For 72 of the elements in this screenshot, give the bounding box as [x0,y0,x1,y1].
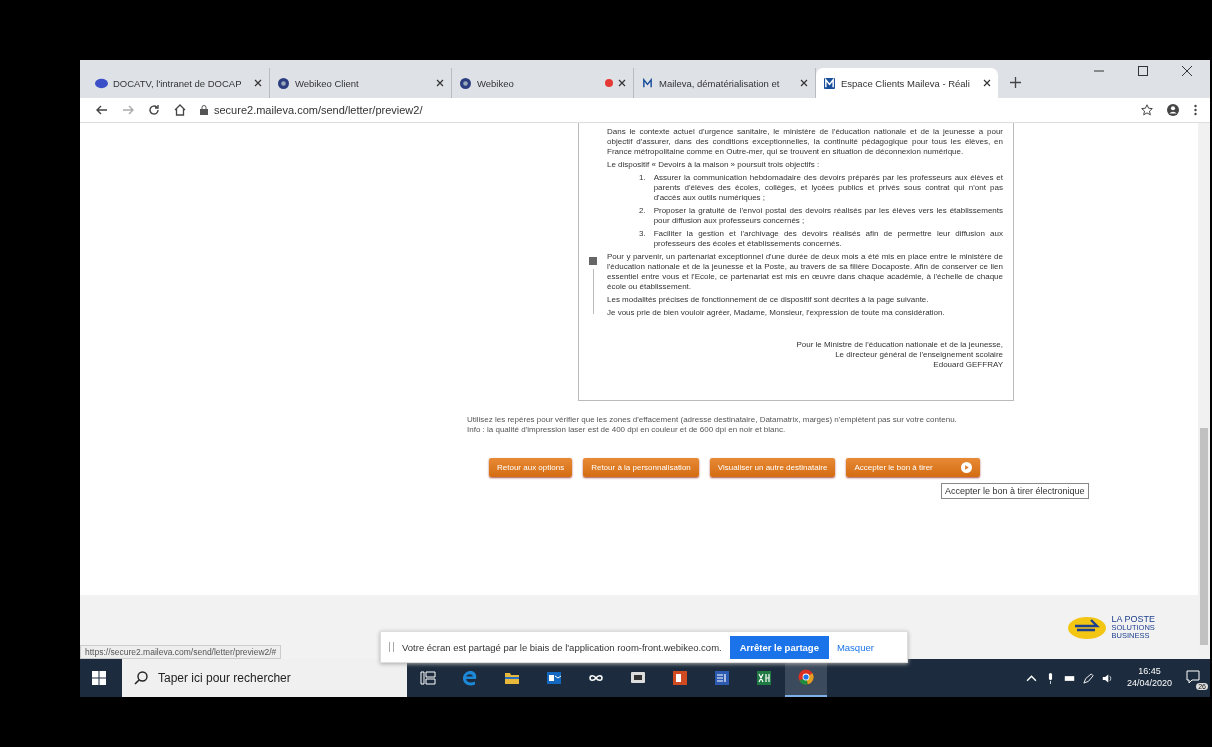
signature-line: Pour le Ministre de l'éducation nationale et de la jeunesse, [796,340,1003,350]
letter-paragraph: Pour y parvenir, un partenariat exceptionnel d'une durée de deux mois a été mis en place entre le ministère de l'éducation nationale et de la jeunesse et la Poste, au travers de sa filière Docaposte. Afin de conserver ce lien essentiel entre vous et l'Ecole, ce partenariat est mis en œuvre dans chaque académie, à l'échelle de chaque école ou établissement. [607,252,1003,292]
lock-icon [200,105,208,115]
clock[interactable]: 16:45 24/04/2020 [1126,666,1172,690]
round-logo-icon [277,77,290,89]
help-text: Info : la qualité d'impression laser est de 400 dpi en couleur et de 600 dpi en noir et blanc. [467,425,787,436]
letter-paragraph: Les modalités précises de fonctionnement de ce dispositif sont décrites à la page suivante. [607,295,930,305]
browser-tab[interactable]: Webikeo [452,68,634,98]
scrollbar-thumb[interactable] [1200,428,1208,645]
document-app-icon [714,670,730,686]
letter-paragraph: Le dispositif « Devoirs à la maison » poursuit trois objectifs : [607,160,821,170]
reload-icon[interactable] [148,104,160,116]
maximize-icon[interactable] [1138,66,1148,76]
e-shaped-icon [462,670,478,686]
time-text: 16:45 [1138,666,1161,678]
help-text: Utilisez les repères pour vérifier que les zones d'effacement (adresse destinataire, Datamatrix, marges) n'empiètent pas sur votre contenu. [467,415,958,426]
close-icon[interactable] [254,79,262,87]
oval-logo-icon [95,77,108,89]
notification-icon[interactable] [1186,670,1200,684]
windows-logo-icon[interactable] [92,671,106,685]
close-icon[interactable] [436,79,444,87]
stop-sharing-button[interactable]: Arrêter le partage [729,635,829,659]
presentation-app-icon [672,670,688,686]
letter-m-logo-icon [641,77,654,89]
search-icon [134,671,148,685]
close-icon[interactable] [800,79,808,87]
account-icon[interactable] [1167,104,1179,116]
pen-icon[interactable] [1082,672,1094,684]
tooltip: Accepter le bon à tirer électronique [941,482,1089,499]
browser-tab[interactable]: Espace Clients Maileva - Réali [816,68,998,98]
star-icon[interactable] [1141,104,1153,116]
logo-text: LA POSTE [1111,615,1155,624]
browser-tab[interactable]: Webikeo Client [270,68,452,98]
drag-handle-icon[interactable] [389,642,394,652]
letter-paragraph: Je vous prie de bien vouloir agréer, Madame, Monsieur, l'expression de toute ma considération. [607,308,946,318]
address-bar[interactable]: secure2.maileva.com/send/letter/preview2/ [214,104,1127,116]
monitor-icon [630,670,646,686]
home-icon[interactable] [174,104,186,116]
hide-link[interactable]: Masquer [836,641,874,653]
close-icon[interactable] [618,79,626,87]
list-item-text: Faciliter la gestion et l'archivage des devoirs réalisés afin de permettre leur diffusion aux professeurs des écoles et établissements concernés. [653,229,1003,249]
menu-icon[interactable] [1193,104,1198,116]
list-number: 3. [639,229,646,240]
speaker-icon[interactable] [1101,672,1113,684]
letter-paragraph: Dans le contexte actuel d'urgence sanitaire, le ministère de l'éducation nationale et de la jeunesse a pour objectif d'assurer, dans des conditions exceptionnelles, la continuité pédagogique pour tous les élèves, en France métropolitaine comme en Outre-mer, qui se trouvent en situation de déconnexion numérique. [607,127,1003,157]
folder-icon [504,670,520,686]
list-number: 2. [639,206,646,217]
task-view-icon [420,670,436,686]
chevron-up-icon[interactable] [1025,672,1037,684]
spreadsheet-app-icon [756,670,772,686]
close-icon[interactable] [983,79,991,87]
back-arrow-icon[interactable] [96,104,108,116]
taskbar-search-field[interactable]: Taper ici pour rechercher [122,659,407,697]
list-item-text: Assurer la communication hebdomadaire des devoirs préparés par les professeurs aux élèves et parents d'élèves des écoles, collèges, et lycées publics et privés sous contrat qui n'ont pas d'accès aux outils numériques ; [653,173,1003,203]
signature-line: Edouard GEFFRAY [933,360,1003,370]
status-url: https://secure2.maileva.com/send/letter/preview2/# [80,645,282,659]
vertical-margin-mark [592,269,594,314]
letter-m-logo-icon [823,77,836,89]
signature-line: Le directeur général de l'enseignement scolaire [835,350,1003,360]
list-number: 1. [639,173,646,184]
date-text: 24/04/2020 [1126,678,1172,690]
mail-app-icon [546,670,562,686]
browser-tab[interactable]: DOCATV, l'intranet de DOCAP [88,68,270,98]
close-icon[interactable] [1182,66,1192,76]
share-message: Votre écran est partagé par le biais de l'application room-front.webikeo.com. [402,641,722,653]
plus-icon[interactable] [1010,77,1021,88]
bird-logo-icon [1067,614,1108,640]
list-item-text: Proposer la gratuité de l'envoi postal des devoirs réalisés par les élèves vers les établissements pour diffusion aux professeurs concernés ; [653,206,1003,226]
round-logo-icon [459,77,472,89]
browser-ball-icon [798,669,814,685]
datamatrix-code-icon [589,257,597,265]
play-circle-icon [960,461,972,473]
